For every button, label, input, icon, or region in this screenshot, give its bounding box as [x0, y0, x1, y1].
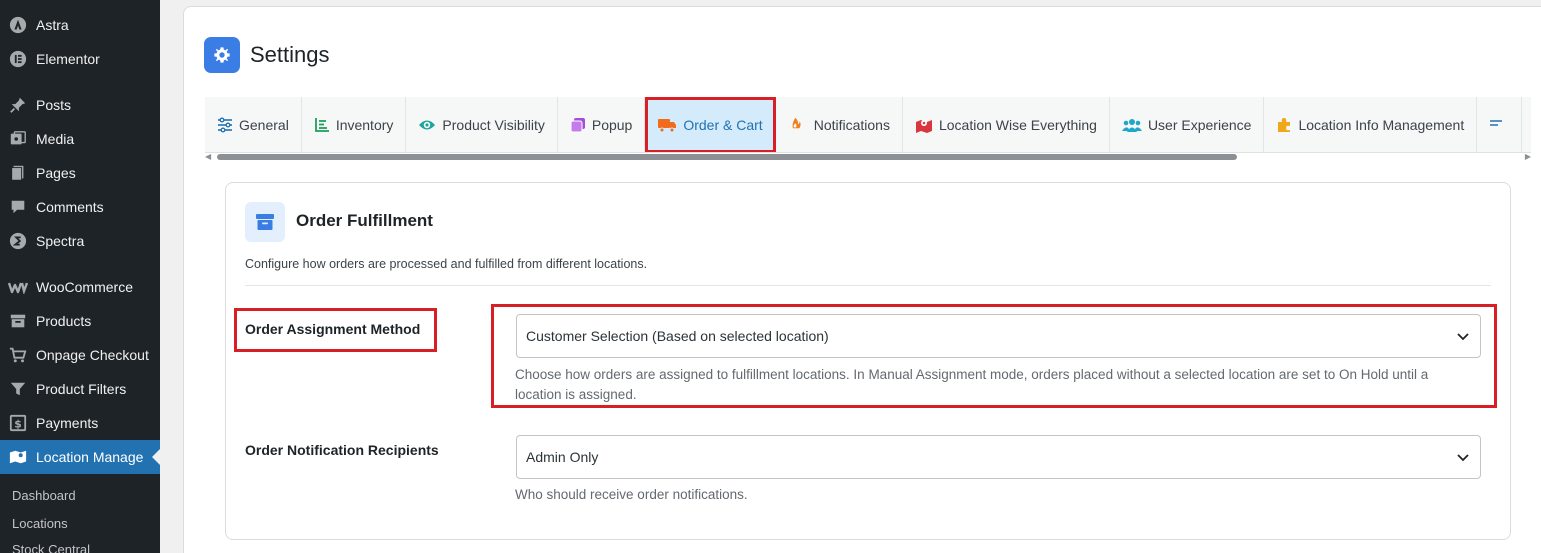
menu-item-posts[interactable]: Posts: [0, 88, 160, 122]
dollar-icon: $: [8, 413, 28, 433]
order-assignment-help: Choose how orders are assigned to fulfil…: [515, 367, 1429, 402]
menu-label: Products: [36, 313, 92, 329]
order-assignment-method-label: Order Assignment Method: [245, 321, 421, 337]
submenu-item-locations[interactable]: Locations: [0, 509, 160, 537]
menu-label: Elementor: [36, 51, 100, 67]
map-icon: [8, 447, 28, 467]
menu-label: Pages: [36, 165, 76, 181]
menu-label: Onpage Checkout: [36, 347, 149, 363]
elementor-icon: [8, 49, 28, 69]
menu-item-media[interactable]: Media: [0, 122, 160, 156]
menu-item-onpage-checkout[interactable]: Onpage Checkout: [0, 338, 160, 372]
pushpin-icon: [8, 95, 28, 115]
menu-item-astra[interactable]: Astra: [0, 8, 160, 42]
tab-user-experience[interactable]: User Experience: [1110, 97, 1265, 152]
tab-notifications[interactable]: Notifications: [776, 97, 903, 152]
menu-item-pages[interactable]: Pages: [0, 156, 160, 190]
archive-box-icon: [245, 202, 285, 242]
menu-item-products[interactable]: Products: [0, 304, 160, 338]
cart-icon: [8, 345, 28, 365]
tab-label: User Experience: [1147, 117, 1252, 133]
order-notification-recipients-label: Order Notification Recipients: [245, 442, 439, 458]
order-notification-recipients-select[interactable]: Admin Only: [516, 435, 1481, 479]
scroll-left-icon[interactable]: ◀: [205, 152, 211, 161]
spectra-icon: [8, 231, 28, 251]
order-fulfillment-card: [225, 182, 1511, 540]
order-notification-recipients-help: Who should receive order notifications.: [515, 487, 748, 502]
menu-label: Product Filters: [36, 381, 127, 397]
tab-label: Location Info Management: [1298, 117, 1465, 133]
tab-location-info-management[interactable]: Location Info Management: [1264, 97, 1478, 152]
text-lines-icon: [1490, 120, 1503, 126]
puzzle-icon: [1278, 118, 1291, 132]
submenu-item-stock-central[interactable]: Stock Central: [0, 535, 160, 553]
menu-label: Posts: [36, 97, 72, 113]
order-assignment-method-select[interactable]: Customer Selection (Based on selected lo…: [516, 314, 1481, 358]
menu-label: Media: [36, 131, 75, 147]
tab-label: Order & Cart: [683, 117, 763, 133]
tab-label: Location Wise Everything: [938, 117, 1097, 133]
tab-label: Inventory: [335, 117, 394, 133]
select-value: Customer Selection (Based on selected lo…: [526, 328, 829, 344]
card-description: Configure how orders are processed and f…: [245, 257, 648, 271]
settings-header: Settings: [204, 37, 330, 73]
menu-label: Location Manage: [36, 449, 144, 465]
menu-item-woocommerce[interactable]: WooCommerce: [0, 270, 160, 304]
users-icon: [1121, 119, 1142, 132]
divider: [245, 285, 1491, 286]
menu-label: Payments: [36, 415, 99, 431]
svg-text:$: $: [14, 418, 22, 431]
astra-icon: [8, 15, 28, 35]
menu-item-comments[interactable]: Comments: [0, 190, 160, 224]
menu-item-elementor[interactable]: Elementor: [0, 42, 160, 76]
tab-product-visibility[interactable]: Product Visibility: [406, 97, 558, 152]
tab-label: General: [239, 117, 289, 133]
submenu-label: Stock Central: [12, 541, 91, 553]
popup-icon: [570, 118, 585, 133]
tab-more[interactable]: [1477, 97, 1523, 152]
truck-icon: [658, 119, 677, 133]
tab-location-wise-everything[interactable]: Location Wise Everything: [903, 97, 1110, 152]
archive-icon: [8, 311, 28, 331]
tab-inventory[interactable]: Inventory: [302, 97, 407, 152]
chevron-down-icon: [1457, 333, 1469, 341]
scrollbar-thumb[interactable]: [217, 154, 1237, 160]
map-marker-icon: [915, 120, 932, 133]
tabs-scrollbar[interactable]: ◀ ▶: [205, 152, 1531, 162]
media-icon: [8, 129, 28, 149]
tab-popup[interactable]: Popup: [558, 97, 646, 152]
filter-icon: [8, 379, 28, 399]
bar-chart-icon: [314, 118, 329, 132]
page-title: Settings: [250, 42, 330, 67]
menu-label: Spectra: [36, 233, 85, 249]
tab-label: Product Visibility: [442, 117, 545, 133]
tab-general[interactable]: General: [205, 97, 302, 152]
menu-label: WooCommerce: [36, 279, 133, 295]
settings-tabs: General Inventory Product Visibility Pop…: [205, 97, 1531, 153]
menu-item-spectra[interactable]: Spectra: [0, 224, 160, 258]
menu-label: Astra: [36, 17, 69, 33]
tab-label: Popup: [591, 117, 633, 133]
comment-icon: [8, 197, 28, 217]
woocommerce-icon: [8, 277, 28, 297]
chevron-down-icon: [1457, 454, 1469, 462]
eye-icon: [419, 120, 436, 130]
pages-icon: [8, 163, 28, 183]
admin-sidebar: Astra Elementor Posts Media Pages Commen…: [0, 0, 160, 553]
submenu-item-dashboard[interactable]: Dashboard: [0, 481, 160, 509]
submenu-label: Locations: [12, 515, 68, 531]
submenu-label: Dashboard: [12, 487, 76, 503]
gear-icon: [204, 37, 240, 73]
menu-item-product-filters[interactable]: Product Filters: [0, 372, 160, 406]
scroll-right-icon[interactable]: ▶: [1525, 152, 1531, 161]
select-value: Admin Only: [526, 449, 599, 465]
tab-order-cart[interactable]: Order & Cart: [645, 97, 776, 152]
sliders-icon: [218, 117, 232, 133]
menu-label: Comments: [36, 199, 104, 215]
card-title: Order Fulfillment: [296, 211, 433, 230]
menu-item-payments[interactable]: $ Payments: [0, 406, 160, 440]
flame-icon: [792, 117, 801, 129]
tab-label: Notifications: [813, 117, 890, 133]
menu-item-location-manage[interactable]: Location Manage: [0, 440, 160, 474]
